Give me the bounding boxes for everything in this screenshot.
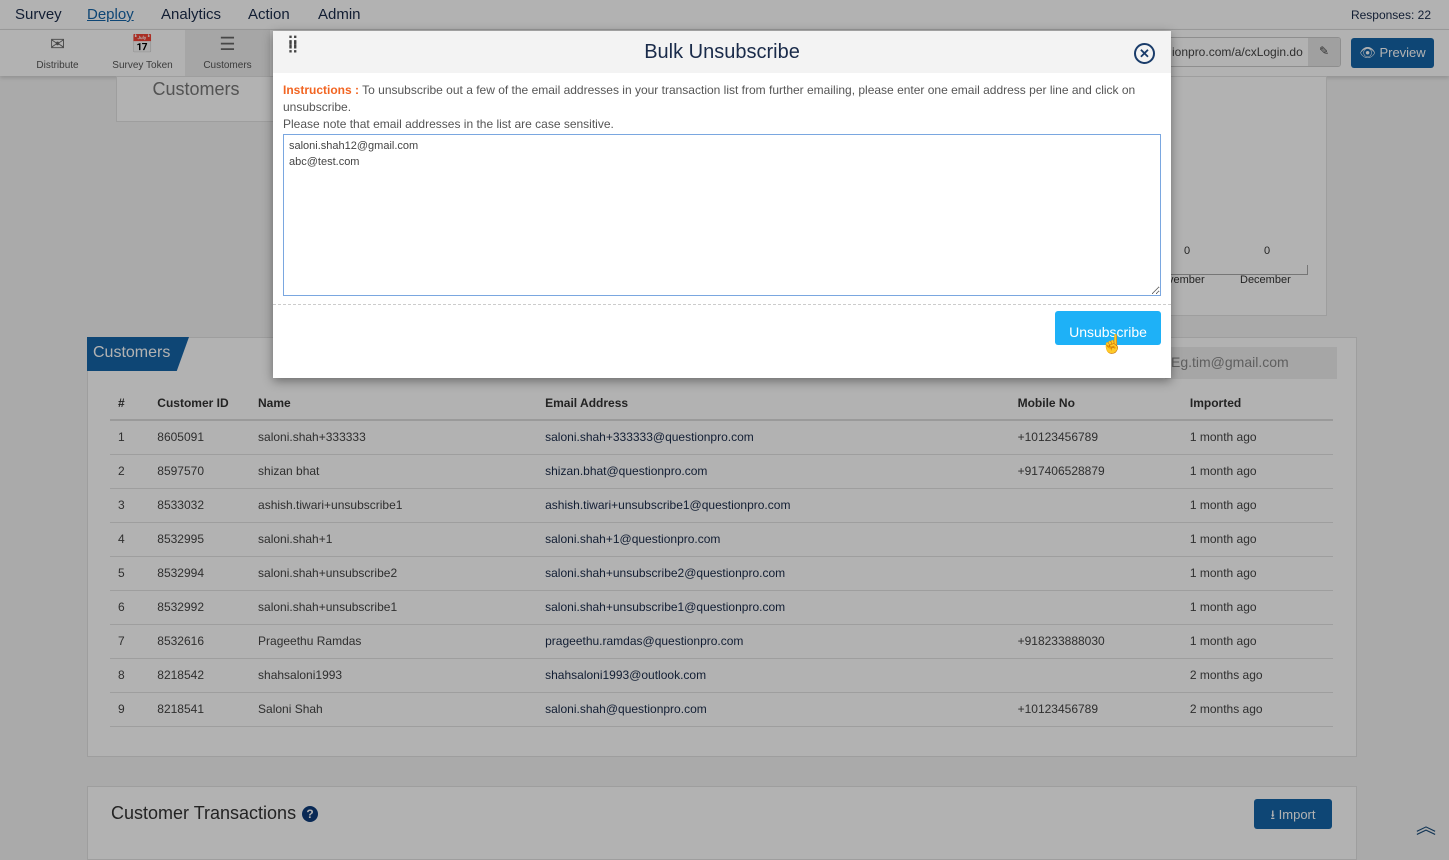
divider [273,304,1171,305]
hand-cursor-icon: ☝ [1101,334,1124,354]
modal-header: ⠿ ⠿ Bulk Unsubscribe ✕ [273,31,1171,73]
instructions-label: Instructions : [283,83,360,97]
close-icon[interactable]: ✕ [1134,43,1155,64]
bulk-unsubscribe-modal: ⠿ ⠿ Bulk Unsubscribe ✕ Instructions : To … [273,31,1171,378]
instructions-text: To unsubscribe out a few of the email ad… [283,83,1136,114]
modal-title: Bulk Unsubscribe [644,41,800,63]
case-sensitive-note: Please note that email addresses in the … [283,117,614,131]
email-list-textarea[interactable] [283,134,1161,296]
instructions: Instructions : To unsubscribe out a few … [283,82,1163,133]
